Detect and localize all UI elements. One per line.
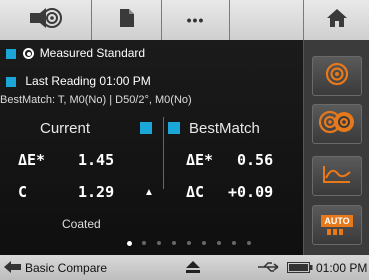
sample-color-swatch [6, 76, 16, 87]
status-bar: Basic Compare 01:00 PM [0, 255, 369, 280]
current-color-swatch [140, 122, 152, 134]
page-dot[interactable] [142, 241, 146, 245]
standard-radio-icon[interactable] [23, 48, 35, 60]
clock-time: 01:00 PM [316, 261, 368, 275]
compare-targets-icon [318, 110, 356, 139]
measure-target-icon [28, 7, 64, 34]
page-dot[interactable] [232, 241, 236, 245]
current-c-label: C [18, 183, 28, 201]
auto-label: AUTO [321, 214, 353, 227]
top-toolbar: ••• [0, 0, 369, 40]
page-dot[interactable] [217, 241, 221, 245]
measure-button[interactable] [0, 0, 92, 40]
column-divider [163, 117, 164, 189]
page-dot[interactable] [202, 241, 206, 245]
current-header: Current [40, 120, 91, 137]
current-c-value: 1.29 [78, 183, 115, 201]
trend-up-icon: ▲ [144, 187, 154, 198]
target-icon [325, 62, 349, 91]
home-icon [326, 8, 347, 32]
standard-row[interactable]: Measured Standard [6, 46, 145, 60]
auto-button[interactable]: AUTO [312, 205, 362, 245]
bestmatch-de-label: ΔE* [186, 151, 214, 169]
bestmatch-info: BestMatch: T, M0(No) | D50/2°, M0(No) [0, 94, 192, 106]
auto-icon: AUTO [321, 214, 353, 236]
last-reading-label: Last Reading 01:00 PM [25, 74, 151, 88]
home-button[interactable] [304, 0, 369, 40]
target-button[interactable] [312, 56, 362, 96]
standard-color-swatch [6, 48, 16, 59]
standard-label: Measured Standard [39, 46, 146, 60]
bestmatch-color-swatch [168, 122, 180, 134]
page-dot[interactable] [127, 240, 132, 246]
bestmatch-dc-label: ΔC [186, 183, 205, 201]
more-icon: ••• [186, 12, 205, 28]
trend-graph-icon [322, 164, 352, 189]
measurement-panel: Measured Standard Last Reading 01:00 PM … [0, 40, 303, 255]
current-de-value: 1.45 [78, 151, 115, 169]
battery-icon [287, 262, 313, 276]
back-arrow-icon[interactable] [4, 260, 22, 277]
page-dot[interactable] [187, 241, 191, 245]
mode-label: Basic Compare [25, 261, 108, 275]
page-dot[interactable] [172, 241, 176, 245]
trend-button[interactable] [312, 156, 362, 196]
toolbar-spacer [230, 0, 304, 40]
last-reading-row: Last Reading 01:00 PM [6, 74, 151, 88]
page-dot[interactable] [157, 241, 161, 245]
bestmatch-de-value: 0.56 [237, 151, 274, 169]
coated-label: Coated [62, 217, 101, 231]
document-button[interactable] [92, 0, 162, 40]
page-dot[interactable] [247, 241, 251, 245]
document-icon [119, 8, 135, 33]
bestmatch-header: BestMatch [189, 120, 260, 137]
bestmatch-dc-value: +0.09 [228, 183, 274, 201]
page-indicator [0, 240, 303, 249]
usb-icon [258, 261, 282, 276]
eject-icon[interactable] [186, 261, 200, 276]
more-button[interactable]: ••• [162, 0, 230, 40]
compare-button[interactable] [312, 104, 362, 144]
current-de-label: ΔE* [18, 151, 46, 169]
